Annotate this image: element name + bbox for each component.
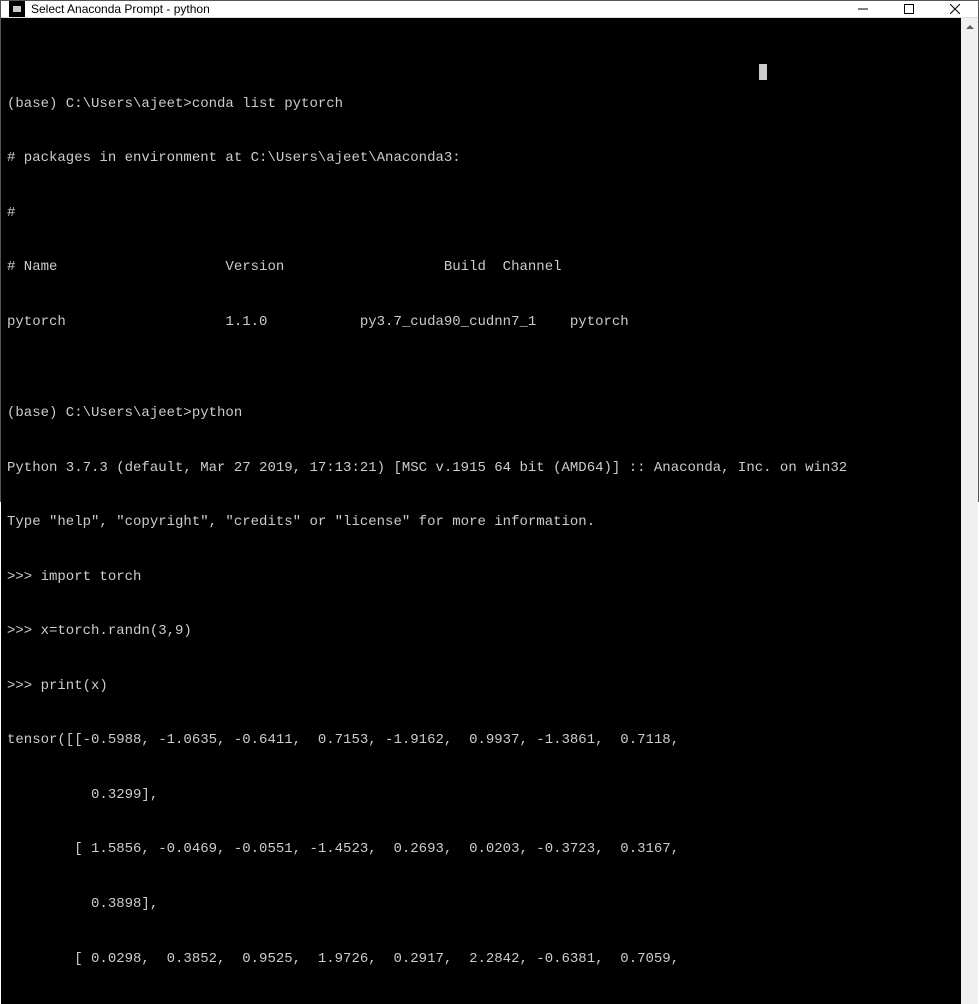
terminal-icon [9, 1, 25, 17]
terminal-line: >>> print(x) [7, 677, 955, 695]
window-title: Select Anaconda Prompt - python [31, 2, 840, 16]
terminal-output[interactable]: (base) C:\Users\ajeet>conda list pytorch… [1, 18, 961, 1004]
maximize-button[interactable] [886, 1, 932, 17]
terminal-line: # packages in environment at C:\Users\aj… [7, 149, 955, 167]
terminal-line: (base) C:\Users\ajeet>python [7, 404, 955, 422]
terminal-line: >>> import torch [7, 568, 955, 586]
terminal-line: >>> x=torch.randn(3,9) [7, 622, 955, 640]
terminal-container: (base) C:\Users\ajeet>conda list pytorch… [1, 18, 978, 1004]
terminal-line: # [7, 204, 955, 222]
scroll-up-arrow[interactable] [961, 18, 978, 35]
terminal-line: [ 1.5856, -0.0469, -0.0551, -1.4523, 0.2… [7, 840, 955, 858]
close-button[interactable] [932, 1, 978, 17]
terminal-cursor [759, 64, 767, 80]
terminal-line: Type "help", "copyright", "credits" or "… [7, 513, 955, 531]
terminal-line: pytorch 1.1.0 py3.7_cuda90_cudnn7_1 pyto… [7, 313, 955, 331]
terminal-line: Python 3.7.3 (default, Mar 27 2019, 17:1… [7, 459, 955, 477]
scroll-track[interactable] [961, 35, 978, 1004]
titlebar[interactable]: Select Anaconda Prompt - python [1, 1, 978, 18]
window-controls [840, 1, 978, 17]
terminal-line: 0.3898], [7, 895, 955, 913]
terminal-line: tensor([[-0.5988, -1.0635, -0.6411, 0.71… [7, 731, 955, 749]
terminal-line: [ 0.0298, 0.3852, 0.9525, 1.9726, 0.2917… [7, 950, 955, 968]
terminal-line: 0.3299], [7, 786, 955, 804]
minimize-button[interactable] [840, 1, 886, 17]
terminal-line: # Name Version Build Channel [7, 258, 955, 276]
terminal-line: (base) C:\Users\ajeet>conda list pytorch [7, 95, 955, 113]
scrollbar[interactable] [961, 18, 978, 1004]
terminal-window: Select Anaconda Prompt - python (base) C… [0, 0, 979, 502]
